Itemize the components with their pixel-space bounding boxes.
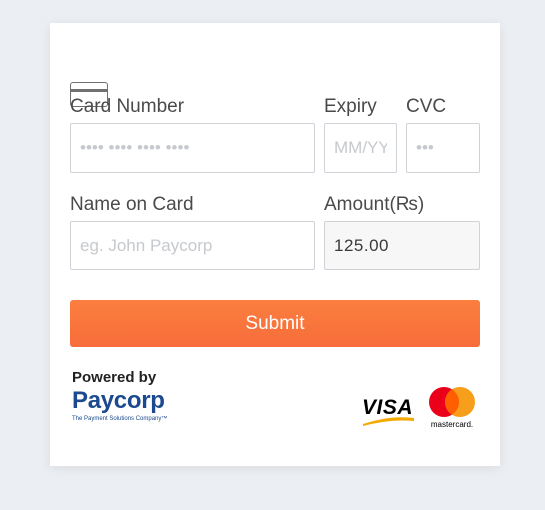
powered-by-paycorp-logo: Powered by Paycorp The Payment Solutions…: [72, 369, 192, 423]
amount-label: Amount(₨): [324, 194, 425, 215]
visa-logo-icon: VISA: [362, 396, 414, 426]
name-on-card-label: Name on Card: [70, 194, 194, 215]
paycorp-tagline: The Payment Solutions Company™: [72, 416, 168, 422]
expiry-input[interactable]: [324, 123, 397, 173]
mastercard-logo-text: mastercard.: [431, 420, 473, 429]
powered-by-text: Powered by: [72, 369, 157, 386]
amount-input[interactable]: [324, 221, 480, 270]
expiry-label: Expiry: [324, 96, 377, 117]
card-number-input[interactable]: [70, 123, 315, 173]
paycorp-brand-name: Paycorp: [72, 387, 165, 414]
card-number-label: Card Number: [70, 96, 185, 117]
submit-button[interactable]: Submit: [70, 300, 480, 347]
cvc-input[interactable]: [406, 123, 480, 173]
visa-logo-text: VISA: [362, 396, 413, 419]
name-on-card-input[interactable]: [70, 221, 315, 270]
mastercard-logo-icon: mastercard.: [429, 387, 475, 429]
payment-form-panel: Card Number Expiry CVC Name on Card Amou…: [50, 23, 500, 466]
cvc-label: CVC: [406, 96, 447, 117]
